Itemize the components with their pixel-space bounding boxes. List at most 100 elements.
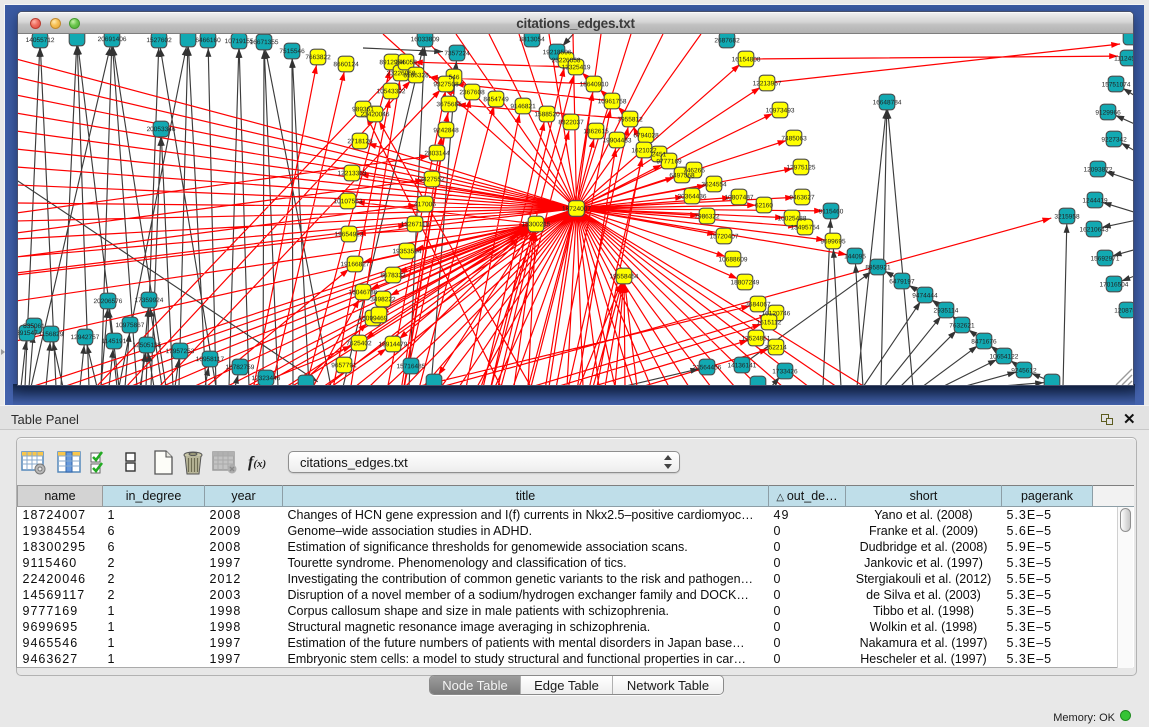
svg-text:16671355: 16671355 [250, 39, 279, 46]
svg-text:9657791: 9657791 [331, 362, 357, 369]
svg-text:3675685: 3675685 [436, 101, 462, 108]
svg-text:1615112: 1615112 [757, 319, 782, 326]
svg-text:2687682: 2687682 [714, 37, 740, 44]
svg-text:9242848: 9242848 [433, 127, 459, 134]
svg-text:1588520: 1588520 [534, 111, 560, 118]
svg-text:8322037: 8322037 [558, 119, 584, 126]
svg-text:20206576: 20206576 [93, 298, 122, 305]
svg-text:19904483: 19904483 [603, 137, 632, 144]
svg-text:12942757: 12942757 [70, 334, 99, 341]
svg-text:12093872: 12093872 [1084, 167, 1113, 174]
svg-text:8958921: 8958921 [865, 264, 891, 271]
svg-text:3215958: 3215958 [1054, 214, 1080, 221]
svg-text:15692971: 15692971 [1091, 256, 1120, 263]
svg-text:19166827: 19166827 [341, 261, 370, 268]
svg-text:7632621: 7632621 [949, 322, 975, 329]
svg-text:8186328: 8186328 [403, 72, 429, 79]
svg-text:746266: 746266 [683, 167, 705, 174]
svg-text:7625402: 7625402 [346, 340, 372, 347]
svg-text:1733426: 1733426 [772, 368, 798, 375]
svg-text:7357224: 7357224 [444, 50, 470, 57]
svg-text:3624554: 3624554 [701, 181, 727, 188]
svg-text:6466160: 6466160 [195, 37, 221, 44]
svg-text:17957253: 17957253 [165, 348, 194, 355]
svg-text:346058: 346058 [395, 59, 417, 66]
svg-text:10961758: 10961758 [598, 98, 627, 105]
svg-text:16099469: 16099469 [358, 315, 387, 322]
svg-text:9474444: 9474444 [912, 292, 938, 299]
svg-text:10958117: 10958117 [196, 356, 225, 363]
svg-text:13325419: 13325419 [562, 64, 591, 71]
svg-text:18807249: 18807249 [731, 279, 760, 286]
svg-text:10654122: 10654122 [989, 353, 1018, 360]
svg-text:9146821: 9146821 [510, 103, 536, 110]
svg-text:546: 546 [449, 74, 460, 81]
svg-text:12213369: 12213369 [338, 170, 367, 177]
svg-text:1156829: 1156829 [39, 331, 64, 338]
svg-text:62160: 62160 [755, 202, 773, 209]
svg-text:1621022: 1621022 [631, 147, 657, 154]
svg-text:21564456: 21564456 [692, 364, 721, 371]
svg-text:11124556: 11124556 [1114, 56, 1133, 63]
svg-text:16046786: 16046786 [349, 289, 378, 296]
svg-text:1362615: 1362615 [583, 128, 609, 135]
svg-text:18724007: 18724007 [562, 206, 591, 213]
svg-text:16210643: 16210643 [1080, 227, 1109, 234]
svg-text:2803144: 2803144 [424, 150, 450, 157]
svg-text:16648784: 16648784 [873, 99, 902, 106]
svg-text:20691406: 20691406 [98, 36, 127, 43]
svg-text:8660124: 8660124 [333, 61, 359, 68]
svg-text:1145191: 1145191 [102, 338, 127, 345]
svg-text:1527602: 1527602 [146, 37, 172, 44]
svg-text:15751074: 15751074 [1102, 82, 1131, 89]
svg-text:2718126: 2718126 [347, 138, 373, 145]
svg-text:7485063: 7485063 [781, 135, 807, 142]
svg-text:7955812: 7955812 [617, 116, 643, 123]
svg-text:13495754: 13495754 [791, 224, 820, 231]
svg-text:12213967: 12213967 [753, 80, 782, 87]
svg-text:7986322: 7986322 [694, 213, 720, 220]
svg-text:2935114: 2935114 [934, 307, 959, 314]
svg-text:16120746: 16120746 [761, 310, 790, 317]
svg-text:13267110: 13267110 [401, 221, 430, 228]
svg-text:3684067: 3684067 [745, 301, 771, 308]
svg-text:20053346: 20053346 [147, 126, 176, 133]
svg-text:19218506: 19218506 [543, 49, 572, 56]
svg-text:9227342: 9227342 [1101, 137, 1127, 144]
svg-text:16033809: 16033809 [411, 36, 440, 43]
svg-text:9777169: 9777169 [656, 158, 682, 165]
svg-text:7515546: 7515546 [279, 48, 305, 55]
svg-text:1244419: 1244419 [1082, 198, 1108, 205]
svg-text:10688609: 10688609 [719, 256, 748, 263]
svg-text:23420046: 23420046 [361, 111, 390, 118]
svg-text:19558454: 19558454 [610, 273, 639, 280]
svg-text:15720407: 15720407 [710, 233, 739, 240]
svg-text:15300215: 15300215 [522, 221, 551, 228]
svg-text:10107553: 10107553 [334, 198, 363, 205]
svg-text:9129966: 9129966 [1095, 110, 1121, 117]
svg-text:9245612: 9245612 [1011, 367, 1037, 374]
svg-text:10807487: 10807487 [725, 194, 754, 201]
svg-text:10975867: 10975867 [115, 322, 144, 329]
svg-text:14136141: 14136141 [727, 362, 756, 369]
svg-text:16914479: 16914479 [378, 341, 407, 348]
svg-text:8813054: 8813054 [519, 36, 545, 43]
svg-text:9327508: 9327508 [433, 81, 459, 88]
svg-text:1208753: 1208753 [1114, 308, 1133, 315]
svg-text:16154808: 16154808 [732, 56, 761, 63]
svg-text:18640910: 18640910 [580, 81, 609, 88]
svg-text:10543392: 10543392 [377, 88, 406, 95]
svg-text:19654923: 19654923 [335, 231, 364, 238]
svg-text:19353594: 19353594 [393, 248, 422, 255]
svg-text:252214: 252214 [765, 344, 787, 351]
svg-text:417006: 417006 [414, 201, 436, 208]
svg-text:13524851: 13524851 [741, 335, 770, 342]
svg-text:15716485: 15716485 [396, 363, 425, 370]
svg-text:3498222: 3498222 [370, 296, 396, 303]
svg-text:7663822: 7663822 [305, 54, 331, 61]
svg-text:2367608: 2367608 [459, 89, 485, 96]
svg-text:8454749: 8454749 [483, 96, 509, 103]
svg-text:17016504: 17016504 [1100, 282, 1129, 289]
svg-text:8678332: 8678332 [380, 272, 406, 279]
svg-text:9463627: 9463627 [789, 194, 815, 201]
